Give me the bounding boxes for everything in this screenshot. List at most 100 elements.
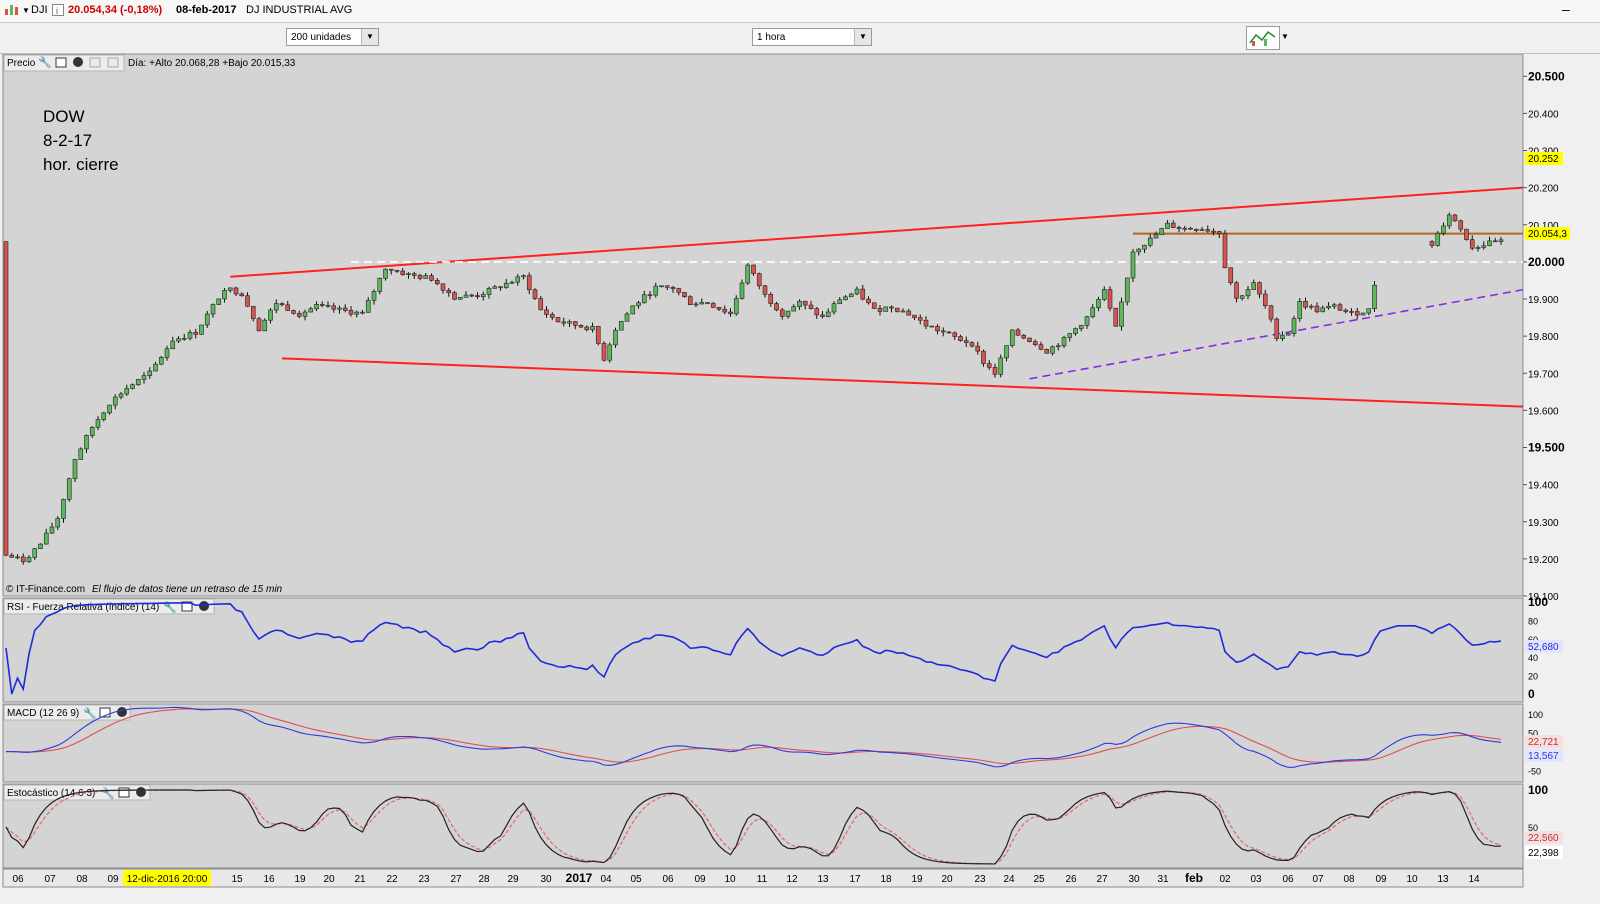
candle-body xyxy=(1446,214,1452,227)
stoch-window-icon[interactable] xyxy=(118,787,130,798)
chart-type-button[interactable] xyxy=(1246,26,1280,50)
candle-body xyxy=(1067,333,1073,338)
candle-body xyxy=(3,241,9,556)
candle-body xyxy=(429,275,434,281)
candle-body xyxy=(664,285,670,288)
x-tick-label: feb xyxy=(1185,871,1203,885)
candle-body xyxy=(158,357,164,365)
candle-body xyxy=(1136,248,1142,253)
macd-wrench-icon[interactable]: 🔧 xyxy=(83,706,97,720)
macd-close-icon[interactable] xyxy=(117,707,127,717)
candle-body xyxy=(802,300,808,306)
x-tick-label: 07 xyxy=(1312,874,1324,885)
candle-body xyxy=(440,283,446,291)
candle-body xyxy=(1113,307,1119,327)
chevron-down-icon[interactable]: ▼ xyxy=(22,6,30,15)
candle-body xyxy=(710,303,716,308)
candle-body xyxy=(1337,304,1343,311)
minimize-button[interactable]: ‒ xyxy=(1562,1,1570,17)
candle-body xyxy=(135,379,141,386)
price-tick-label: 19.400 xyxy=(1528,481,1559,492)
chart-icon[interactable] xyxy=(4,3,20,20)
rsi-tick-label: 100 xyxy=(1528,595,1548,609)
candle-body xyxy=(636,302,641,307)
candle-body xyxy=(118,393,124,398)
price-tick-label: 19.500 xyxy=(1528,441,1565,455)
candle-body xyxy=(733,298,739,315)
candle-body xyxy=(400,270,406,275)
window-icon[interactable] xyxy=(55,57,67,68)
copy-icon[interactable] xyxy=(89,57,101,68)
candle-body xyxy=(779,309,785,317)
candle-body xyxy=(245,295,250,307)
rsi-close-icon[interactable] xyxy=(199,601,209,611)
candle-body xyxy=(549,314,555,318)
candle-body xyxy=(308,308,314,313)
interval-select[interactable]: 1 hora ▼ xyxy=(752,28,872,46)
candle-body xyxy=(785,310,791,317)
price-tick-label: 20.000 xyxy=(1528,255,1565,269)
stoch-d-value: 22,398 xyxy=(1528,848,1559,859)
candle-body xyxy=(814,308,820,316)
candle-body xyxy=(1021,334,1027,339)
candle-body xyxy=(498,286,503,289)
x-tick-label: 09 xyxy=(694,874,706,885)
candle-body xyxy=(1464,228,1469,240)
candle-body xyxy=(820,314,825,317)
candle-body xyxy=(1372,284,1377,309)
candle-body xyxy=(889,306,894,309)
candle-body xyxy=(992,367,998,375)
chart-type-chevron-icon[interactable]: ▼ xyxy=(1281,32,1289,41)
candle-body xyxy=(1142,244,1147,250)
units-chevron-icon[interactable]: ▼ xyxy=(361,29,378,45)
candle-body xyxy=(210,304,216,315)
stoch-close-icon[interactable] xyxy=(136,787,146,797)
rsi-panel xyxy=(2,597,1524,703)
symbol-label: DJI xyxy=(31,4,48,16)
interval-chevron-icon[interactable]: ▼ xyxy=(854,29,871,45)
candle-body xyxy=(1032,341,1038,346)
toolbar: 200 unidades ▼ 1 hora ▼ ▼ xyxy=(0,23,1600,54)
candle-body xyxy=(567,321,572,324)
x-tick-label: 12 xyxy=(786,874,798,885)
rsi-wrench-icon[interactable]: 🔧 xyxy=(163,600,177,614)
candle-body xyxy=(1481,245,1487,248)
candle-body xyxy=(595,325,601,344)
candle-body xyxy=(296,313,302,317)
candle-body xyxy=(1038,344,1044,350)
candle-body xyxy=(699,302,705,305)
units-select[interactable]: 200 unidades ▼ xyxy=(286,28,379,46)
candle-body xyxy=(572,321,578,326)
export-icon[interactable] xyxy=(107,57,119,68)
candle-body xyxy=(682,292,687,297)
info-icon[interactable]: i xyxy=(52,4,64,19)
candle-body xyxy=(291,310,296,314)
candle-body xyxy=(383,268,388,279)
x-tick-label: 21 xyxy=(354,874,366,885)
x-tick-label: 29 xyxy=(507,874,519,885)
candle-body xyxy=(1435,232,1441,246)
candle-body xyxy=(55,518,61,528)
x-tick-label: 30 xyxy=(540,874,552,885)
candle-body xyxy=(1245,289,1251,297)
candle-body xyxy=(521,275,526,278)
candle-body xyxy=(1101,289,1107,300)
candle-body xyxy=(475,295,480,297)
candle-body xyxy=(756,273,762,287)
candle-body xyxy=(641,294,647,304)
candle-body xyxy=(1124,277,1130,303)
price-tick-label: 20.400 xyxy=(1528,109,1559,120)
annotation-line-1: DOW xyxy=(43,107,85,126)
candle-body xyxy=(963,340,969,343)
stoch-wrench-icon[interactable]: 🔧 xyxy=(101,786,115,800)
candle-body xyxy=(705,302,710,304)
wrench-icon[interactable]: 🔧 xyxy=(38,55,52,69)
x-tick-label: 2017 xyxy=(566,871,593,885)
candle-body xyxy=(774,303,779,311)
candle-body xyxy=(837,299,843,304)
candle-body xyxy=(337,307,342,310)
candle-body xyxy=(981,350,986,364)
candle-body xyxy=(952,332,958,337)
macd-signal-value: 22,721 xyxy=(1528,737,1559,748)
close-icon[interactable] xyxy=(73,57,83,67)
